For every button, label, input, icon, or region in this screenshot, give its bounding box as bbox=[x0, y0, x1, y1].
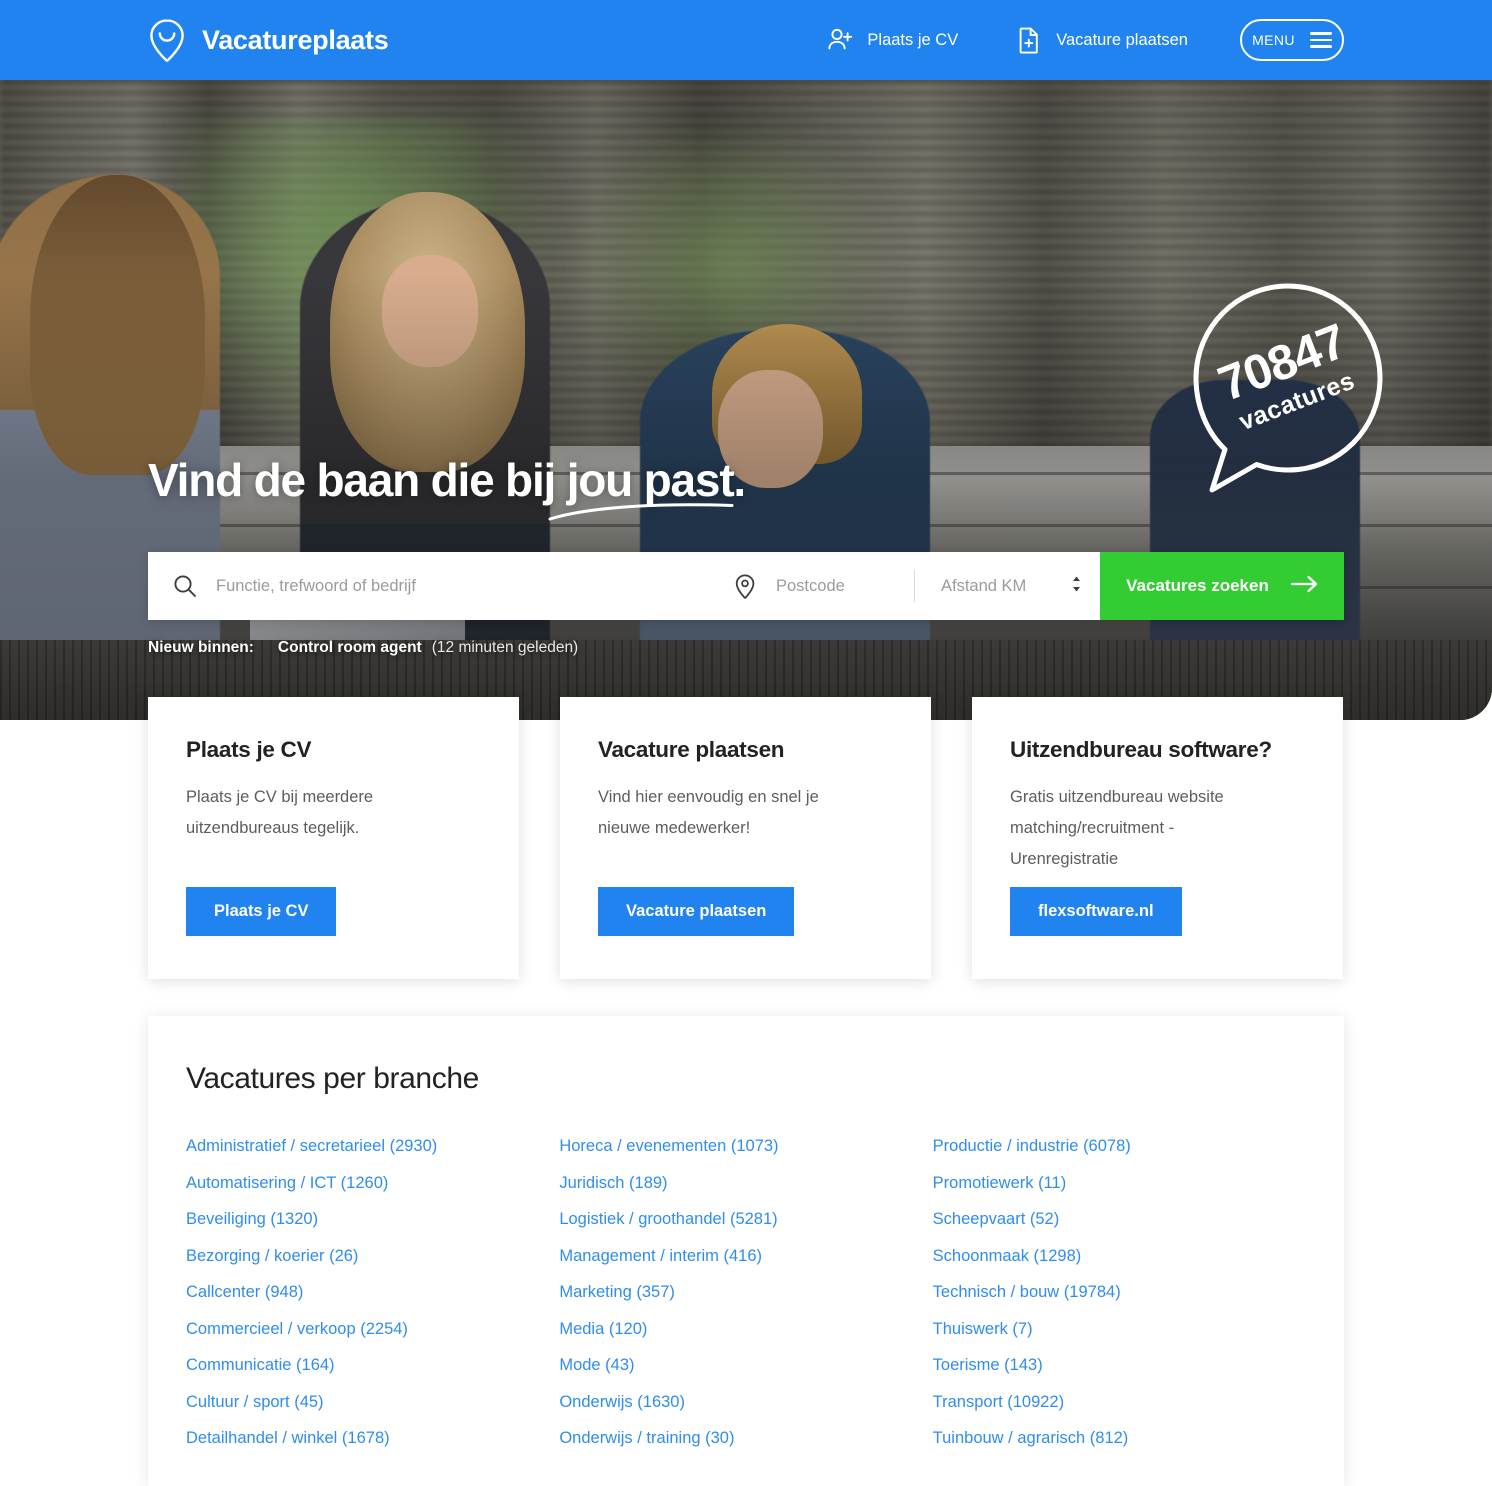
promo-card-description: Vind hier eenvoudig en snel je nieuwe me… bbox=[598, 788, 819, 838]
location-pin-icon bbox=[732, 573, 758, 599]
branch-link[interactable]: Thuiswerk (7) bbox=[933, 1311, 1306, 1348]
branch-link[interactable]: Media (120) bbox=[559, 1311, 932, 1348]
map-pin-smile-icon bbox=[148, 18, 186, 62]
menu-button-label: MENU bbox=[1252, 32, 1295, 48]
postcode-field[interactable] bbox=[714, 552, 914, 620]
search-submit-label: Vacatures zoeken bbox=[1126, 576, 1269, 595]
branch-column: Horeca / evenementen (1073) Juridisch (1… bbox=[559, 1128, 932, 1457]
branch-link[interactable]: Communicatie (164) bbox=[186, 1347, 559, 1384]
promo-card-description: Plaats je CV bij meerdere uitzendbureaus… bbox=[186, 788, 374, 838]
branch-link[interactable]: Commercieel / verkoop (2254) bbox=[186, 1311, 559, 1348]
branch-link[interactable]: Administratief / secretarieel (2930) bbox=[186, 1128, 559, 1165]
promo-card: Plaats je CV Plaats je CV bij meerdere u… bbox=[148, 697, 519, 979]
branch-link[interactable]: Bezorging / koerier (26) bbox=[186, 1238, 559, 1275]
branch-column: Administratief / secretarieel (2930) Aut… bbox=[186, 1128, 559, 1457]
branch-link[interactable]: Productie / industrie (6078) bbox=[933, 1128, 1306, 1165]
branch-link[interactable]: Horeca / evenementen (1073) bbox=[559, 1128, 932, 1165]
branch-link[interactable]: Automatisering / ICT (1260) bbox=[186, 1165, 559, 1202]
promo-card-title: Uitzendbureau software? bbox=[1010, 737, 1272, 762]
branch-link[interactable]: Promotiewerk (11) bbox=[933, 1165, 1306, 1202]
hero-headline: Vind de baan die bij jou past. bbox=[148, 454, 746, 506]
branch-link[interactable]: Scheepvaart (52) bbox=[933, 1201, 1306, 1238]
select-updown-icon bbox=[1071, 575, 1082, 598]
promo-card: Uitzendbureau software? Gratis uitzendbu… bbox=[972, 697, 1343, 979]
promo-cards: Plaats je CV Plaats je CV bij meerdere u… bbox=[148, 697, 1344, 979]
branch-link[interactable]: Management / interim (416) bbox=[559, 1238, 932, 1275]
branch-link[interactable]: Tuinbouw / agrarisch (812) bbox=[933, 1420, 1306, 1457]
distance-select-label: Afstand KM bbox=[941, 576, 1027, 595]
promo-card-title: Plaats je CV bbox=[186, 737, 312, 762]
site-header: Vacatureplaats Plaats je CV Vacature pla… bbox=[0, 0, 1492, 80]
promo-card-button[interactable]: flexsoftware.nl bbox=[1010, 887, 1182, 936]
promo-card-button[interactable]: Vacature plaatsen bbox=[598, 887, 795, 936]
branch-link[interactable]: Callcenter (948) bbox=[186, 1274, 559, 1311]
hamburger-icon bbox=[1309, 32, 1332, 48]
brand-name: Vacatureplaats bbox=[202, 24, 389, 55]
search-submit-button[interactable]: Vacatures zoeken bbox=[1100, 552, 1344, 620]
branch-link[interactable]: Beveiliging (1320) bbox=[186, 1201, 559, 1238]
branch-link[interactable]: Schoonmaak (1298) bbox=[933, 1238, 1306, 1275]
header-nav-label: Plaats je CV bbox=[867, 30, 959, 49]
hero-section bbox=[0, 80, 1492, 720]
search-icon bbox=[172, 573, 198, 599]
branch-columns: Administratief / secretarieel (2930) Aut… bbox=[186, 1128, 1306, 1457]
hero-background-photo bbox=[0, 80, 1492, 720]
header-nav-plaats-cv[interactable]: Plaats je CV bbox=[827, 26, 958, 54]
branch-link[interactable]: Cultuur / sport (45) bbox=[186, 1384, 559, 1421]
header-nav: Plaats je CV Vacature plaatsen MENU bbox=[827, 19, 1344, 61]
header-nav-label: Vacature plaatsen bbox=[1056, 30, 1188, 49]
branch-link[interactable]: Detailhandel / winkel (1678) bbox=[186, 1420, 559, 1457]
new-vacancy-label: Nieuw binnen: bbox=[148, 639, 254, 656]
user-plus-icon bbox=[827, 26, 853, 54]
branch-link[interactable]: Onderwijs / training (30) bbox=[559, 1420, 932, 1457]
brand-logo-link[interactable]: Vacatureplaats bbox=[148, 18, 389, 62]
branches-title: Vacatures per branche bbox=[186, 1062, 479, 1095]
branches-panel: Vacatures per branche Administratief / s… bbox=[148, 1016, 1344, 1486]
headline-underline-swoosh bbox=[548, 500, 734, 527]
promo-card-description: Gratis uitzendbureau website matching/re… bbox=[1010, 788, 1224, 869]
search-input[interactable] bbox=[216, 552, 714, 620]
job-search-bar: Afstand KM Vacatures zoeken bbox=[148, 552, 1344, 620]
postcode-input[interactable] bbox=[776, 576, 914, 596]
branch-link[interactable]: Juridisch (189) bbox=[559, 1165, 932, 1202]
branch-column: Productie / industrie (6078) Promotiewer… bbox=[933, 1128, 1306, 1457]
document-plus-icon bbox=[1016, 26, 1042, 54]
distance-select[interactable]: Afstand KM bbox=[915, 552, 1100, 620]
branch-link[interactable]: Transport (10922) bbox=[933, 1384, 1306, 1421]
branch-link[interactable]: Toerisme (143) bbox=[933, 1347, 1306, 1384]
promo-card-button[interactable]: Plaats je CV bbox=[186, 887, 337, 936]
header-nav-vacature-plaatsen[interactable]: Vacature plaatsen bbox=[1016, 26, 1188, 54]
branch-link[interactable]: Onderwijs (1630) bbox=[559, 1384, 932, 1421]
arrow-right-icon bbox=[1290, 575, 1318, 598]
keyword-field[interactable] bbox=[148, 552, 714, 620]
menu-button[interactable]: MENU bbox=[1240, 19, 1344, 61]
branch-link[interactable]: Logistiek / groothandel (5281) bbox=[559, 1201, 932, 1238]
branch-link[interactable]: Mode (43) bbox=[559, 1347, 932, 1384]
branch-link[interactable]: Technisch / bouw (19784) bbox=[933, 1274, 1306, 1311]
new-vacancy-ticker: Nieuw binnen: Control room agent (12 min… bbox=[148, 639, 578, 657]
promo-card-title: Vacature plaatsen bbox=[598, 737, 785, 762]
new-vacancy-title[interactable]: Control room agent bbox=[278, 639, 422, 657]
promo-card: Vacature plaatsen Vind hier eenvoudig en… bbox=[560, 697, 931, 979]
branch-link[interactable]: Marketing (357) bbox=[559, 1274, 932, 1311]
new-vacancy-time: (12 minuten geleden) bbox=[431, 639, 579, 656]
